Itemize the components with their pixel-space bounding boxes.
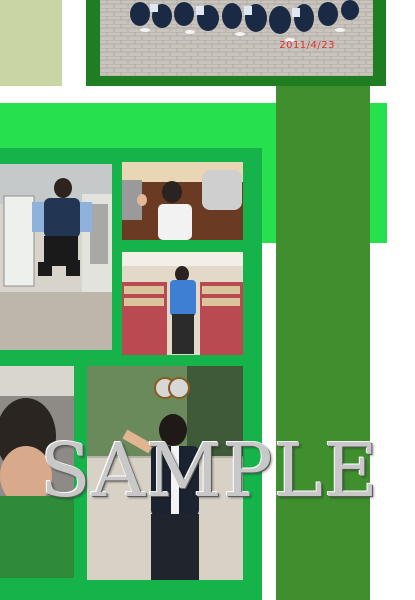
sample-watermark: SAMPLE [40,428,379,514]
bright-green-band-right [370,103,387,243]
student-at-bookfair-photo [122,252,243,355]
dark-green-vertical-bar [276,86,370,600]
student-on-bus-photo [122,162,243,240]
student-jumping-photo [0,164,112,350]
pale-corner-block [0,0,62,86]
date-stamp: 2011/4/23 [279,40,335,51]
group-photo: 2011/4/23 [100,0,373,76]
